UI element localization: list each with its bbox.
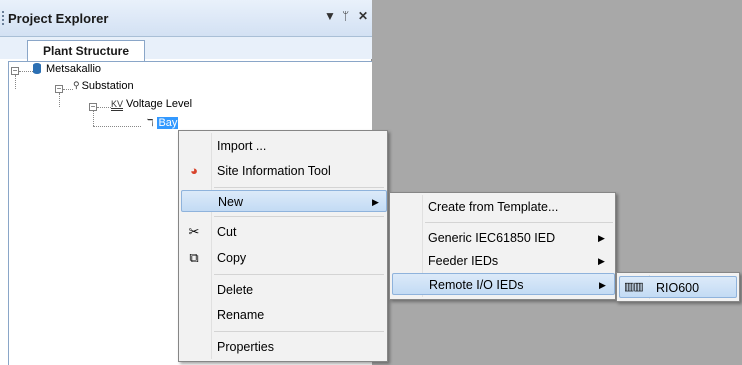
menu-item-label: Copy bbox=[217, 251, 247, 265]
menu-item-label: Rename bbox=[217, 308, 265, 322]
menu-separator bbox=[214, 274, 384, 275]
tree-node-substation[interactable]: ⚲ Substation bbox=[73, 80, 134, 92]
submenu-new: Create from Template... Generic IEC61850… bbox=[389, 192, 616, 300]
menu-separator bbox=[214, 331, 384, 332]
menu-item-generic-iec61850-ied[interactable]: Generic IEC61850 IED ▶ bbox=[392, 227, 614, 249]
menu-item-remote-io-ieds[interactable]: Remote I/O IEDs ▶ bbox=[392, 273, 615, 295]
tree-node-label: Voltage Level bbox=[126, 98, 193, 110]
context-menu: Import ... ◕ Site Information Tool New ▶… bbox=[178, 130, 388, 362]
voltage-level-icon: KV bbox=[111, 99, 124, 109]
substation-icon: ⚲ bbox=[73, 80, 80, 90]
database-icon bbox=[33, 63, 41, 74]
collapse-icon[interactable]: − bbox=[89, 103, 97, 111]
submenu-arrow-icon: ▶ bbox=[598, 233, 605, 243]
tab-plant-structure[interactable]: Plant Structure bbox=[27, 40, 145, 62]
copy-icon: ⧉ bbox=[189, 250, 199, 265]
menu-separator bbox=[214, 216, 384, 217]
menu-item-label: Import ... bbox=[217, 139, 267, 153]
drag-grip-icon[interactable] bbox=[2, 11, 4, 27]
tree-node-label: Bay bbox=[157, 117, 179, 129]
menu-item-properties[interactable]: Properties bbox=[181, 336, 386, 358]
menu-item-label: Properties bbox=[217, 340, 274, 354]
close-icon[interactable]: ✕ bbox=[358, 9, 368, 23]
tree-connector bbox=[15, 75, 17, 89]
dropdown-arrow-icon[interactable]: ▼ bbox=[324, 9, 336, 23]
pin-icon[interactable]: ᛘ bbox=[342, 9, 349, 23]
tree-node-voltage-level[interactable]: KV Voltage Level bbox=[111, 98, 192, 110]
menu-item-rio600[interactable]: ▥▥ RIO600 bbox=[619, 276, 737, 298]
menu-item-label: Generic IEC61850 IED bbox=[428, 231, 556, 245]
tree-node-label: Metsakallio bbox=[46, 63, 102, 75]
submenu-remote-io: ▥▥ RIO600 bbox=[616, 272, 740, 302]
collapse-icon[interactable]: − bbox=[55, 85, 63, 93]
menu-item-label: Remote I/O IEDs bbox=[429, 278, 524, 292]
menu-item-rename[interactable]: Rename bbox=[181, 304, 386, 326]
menu-item-create-from-template[interactable]: Create from Template... bbox=[392, 196, 614, 218]
menu-item-label: RIO600 bbox=[656, 281, 700, 295]
menu-item-cut[interactable]: ✂ Cut bbox=[181, 221, 386, 243]
menu-item-copy[interactable]: ⧉ Copy bbox=[181, 247, 386, 269]
tree-connector bbox=[93, 111, 95, 126]
bay-icon: ℸ bbox=[147, 118, 154, 129]
menu-item-new[interactable]: New ▶ bbox=[181, 190, 387, 212]
menu-item-label: Site Information Tool bbox=[217, 164, 331, 178]
menu-item-label: Cut bbox=[217, 225, 237, 239]
tree-connector bbox=[93, 126, 141, 128]
site-information-icon: ◕ bbox=[190, 163, 198, 178]
menu-item-delete[interactable]: Delete bbox=[181, 279, 386, 301]
menu-item-label: Feeder IEDs bbox=[428, 254, 499, 268]
menu-separator bbox=[425, 222, 613, 223]
menu-item-import[interactable]: Import ... bbox=[181, 135, 386, 157]
submenu-arrow-icon: ▶ bbox=[598, 256, 605, 266]
tree-node-label: Substation bbox=[81, 80, 134, 92]
menu-item-site-information-tool[interactable]: ◕ Site Information Tool bbox=[181, 160, 386, 182]
menu-item-label: Delete bbox=[217, 283, 254, 297]
tree-node-bay[interactable]: ℸ Bay bbox=[147, 117, 179, 129]
panel-title: Project Explorer bbox=[8, 11, 109, 26]
scissors-icon: ✂ bbox=[188, 224, 200, 239]
tree-connector bbox=[97, 107, 111, 109]
menu-item-feeder-ieds[interactable]: Feeder IEDs ▶ bbox=[392, 250, 614, 272]
menu-item-label: New bbox=[218, 195, 244, 209]
menu-item-label: Create from Template... bbox=[428, 200, 559, 214]
tree-connector bbox=[63, 89, 73, 91]
submenu-arrow-icon: ▶ bbox=[372, 197, 379, 207]
menu-separator bbox=[214, 187, 384, 188]
panel-titlebar: Project Explorer ▼ ᛘ ✕ bbox=[0, 0, 372, 37]
tree-connector bbox=[59, 93, 61, 107]
tree-node-root[interactable]: Metsakallio bbox=[33, 63, 101, 75]
tree-connector bbox=[19, 71, 33, 73]
device-icon: ▥▥ bbox=[624, 281, 644, 293]
collapse-icon[interactable]: − bbox=[11, 67, 19, 75]
submenu-arrow-icon: ▶ bbox=[599, 280, 606, 290]
